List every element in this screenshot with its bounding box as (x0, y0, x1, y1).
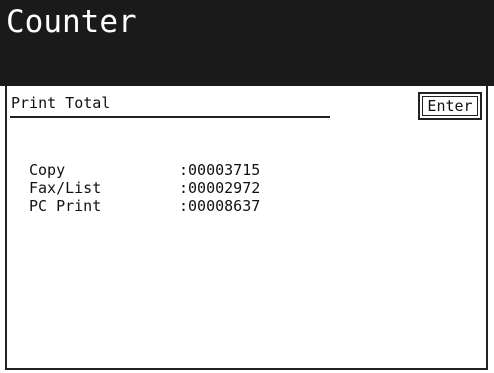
enter-button[interactable]: Enter (418, 92, 482, 120)
title-bar: Counter (0, 0, 494, 86)
section-divider (10, 116, 330, 118)
counter-label: PC Print (29, 197, 102, 215)
counter-value: :00002972 (179, 179, 261, 197)
counter-label: Fax/List (29, 179, 102, 197)
counter-label: Copy (29, 161, 66, 179)
counter-screen: Counter Print Total Enter Copy :00003715… (0, 0, 494, 373)
counter-row-copy: Copy :00003715 (29, 161, 260, 179)
counter-row-fax-list: Fax/List :00002972 (29, 179, 260, 197)
screen-title: Counter (6, 4, 137, 40)
print-total-panel: Print Total Enter Copy :00003715 Fax/Lis… (5, 86, 488, 370)
section-title: Print Total (11, 94, 111, 112)
counter-list: Copy :00003715 Fax/List :00002972 PC Pri… (29, 161, 260, 215)
counter-value: :00008637 (179, 197, 261, 215)
counter-value: :00003715 (179, 161, 261, 179)
enter-button-label: Enter (422, 96, 478, 116)
counter-row-pc-print: PC Print :00008637 (29, 197, 260, 215)
